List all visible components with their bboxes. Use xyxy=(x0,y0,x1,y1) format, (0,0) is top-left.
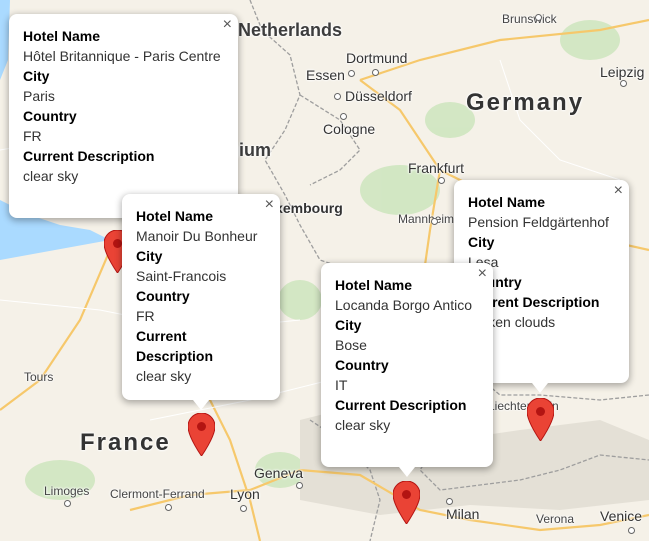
info-window-tail xyxy=(193,400,209,410)
city-label-limoges: Limoges xyxy=(44,484,90,498)
map-marker-bose[interactable] xyxy=(393,481,420,524)
city-dot-leipzig xyxy=(620,80,627,87)
city-label-venice: Venice xyxy=(600,508,643,524)
city-label-brunswick: Brunswick xyxy=(502,12,557,26)
close-icon[interactable]: × xyxy=(223,16,232,34)
city-dot-cologne xyxy=(340,113,347,120)
description-value: clear sky xyxy=(335,417,391,433)
city-label-dusseldorf: Düsseldorf xyxy=(345,88,412,104)
city-label: City xyxy=(468,234,495,250)
region-label-france: France xyxy=(80,429,171,456)
info-window-tail xyxy=(532,383,548,393)
city-dot-dortmund xyxy=(372,69,379,76)
city-dot-venice xyxy=(628,527,635,534)
description-value: clear sky xyxy=(136,368,192,384)
city-dot-geneva xyxy=(296,482,303,489)
region-label-netherlands: Netherlands xyxy=(238,20,343,40)
map-marker-lesa[interactable] xyxy=(527,398,554,441)
city-label-frankfurt: Frankfurt xyxy=(408,160,465,176)
hotel-name-label: Hotel Name xyxy=(136,208,214,224)
close-icon[interactable]: × xyxy=(265,196,274,214)
city-label-clermont: Clermont-Ferrand xyxy=(110,487,205,501)
region-label-germany: Germany xyxy=(466,89,585,116)
city-label: City xyxy=(136,248,163,264)
city-dot-clermont xyxy=(165,504,172,511)
city-value: Paris xyxy=(23,88,55,104)
city-label-geneva: Geneva xyxy=(254,465,304,481)
close-icon[interactable]: × xyxy=(478,265,487,283)
hotel-name-value: Locanda Borgo Antico xyxy=(335,297,472,313)
description-label: Current Description xyxy=(335,397,467,413)
close-icon[interactable]: × xyxy=(614,182,623,200)
country-label: Country xyxy=(136,288,190,304)
city-label-verona: Verona xyxy=(536,512,575,526)
country-label: Country xyxy=(23,108,77,124)
description-label: Current Description xyxy=(23,148,155,164)
description-label: Current Description xyxy=(136,328,214,364)
description-value: clear sky xyxy=(23,168,79,184)
city-dot-mannheim xyxy=(431,218,438,225)
city-label-cologne: Cologne xyxy=(323,121,376,137)
city-dot-lyon xyxy=(240,505,247,512)
hotel-name-value: Pension Feldgärtenhof xyxy=(468,214,609,230)
info-window-bose: × Hotel Name Locanda Borgo Antico City B… xyxy=(321,263,493,467)
city-label-tours: Tours xyxy=(24,370,54,384)
country-value: IT xyxy=(335,377,348,393)
city-value: Saint-Francois xyxy=(136,268,227,284)
city-dot-brunswick xyxy=(535,14,542,21)
city-label: City xyxy=(335,317,362,333)
country-value: FR xyxy=(136,308,155,324)
city-label-essen: Essen xyxy=(306,67,345,83)
info-window-paris: × Hotel Name Hôtel Britannique - Paris C… xyxy=(9,14,238,218)
city-label-lyon: Lyon xyxy=(230,486,260,502)
country-value: FR xyxy=(23,128,42,144)
hotel-name-label: Hotel Name xyxy=(468,194,546,210)
city-label: City xyxy=(23,68,50,84)
city-label-mannheim: Mannheim xyxy=(398,212,455,226)
city-label-milan: Milan xyxy=(446,506,480,522)
city-dot-essen xyxy=(348,70,355,77)
hotel-name-value: Manoir Du Bonheur xyxy=(136,228,258,244)
hotel-name-label: Hotel Name xyxy=(335,277,413,293)
info-window-tail xyxy=(399,467,415,477)
map-marker-saint-francois[interactable] xyxy=(188,413,215,456)
city-dot-frankfurt xyxy=(438,177,445,184)
city-value: Bose xyxy=(335,337,367,353)
city-label-dortmund: Dortmund xyxy=(346,50,408,66)
city-label-leipzig: Leipzig xyxy=(600,64,645,80)
city-dot-limoges xyxy=(64,500,71,507)
info-window-saint-francois: × Hotel Name Manoir Du Bonheur City Sain… xyxy=(122,194,280,400)
country-label: Country xyxy=(335,357,389,373)
city-dot-milan xyxy=(446,498,453,505)
hotel-name-value: Hôtel Britannique - Paris Centre xyxy=(23,48,221,64)
hotel-name-label: Hotel Name xyxy=(23,28,101,44)
city-dot-dusseldorf xyxy=(334,93,341,100)
